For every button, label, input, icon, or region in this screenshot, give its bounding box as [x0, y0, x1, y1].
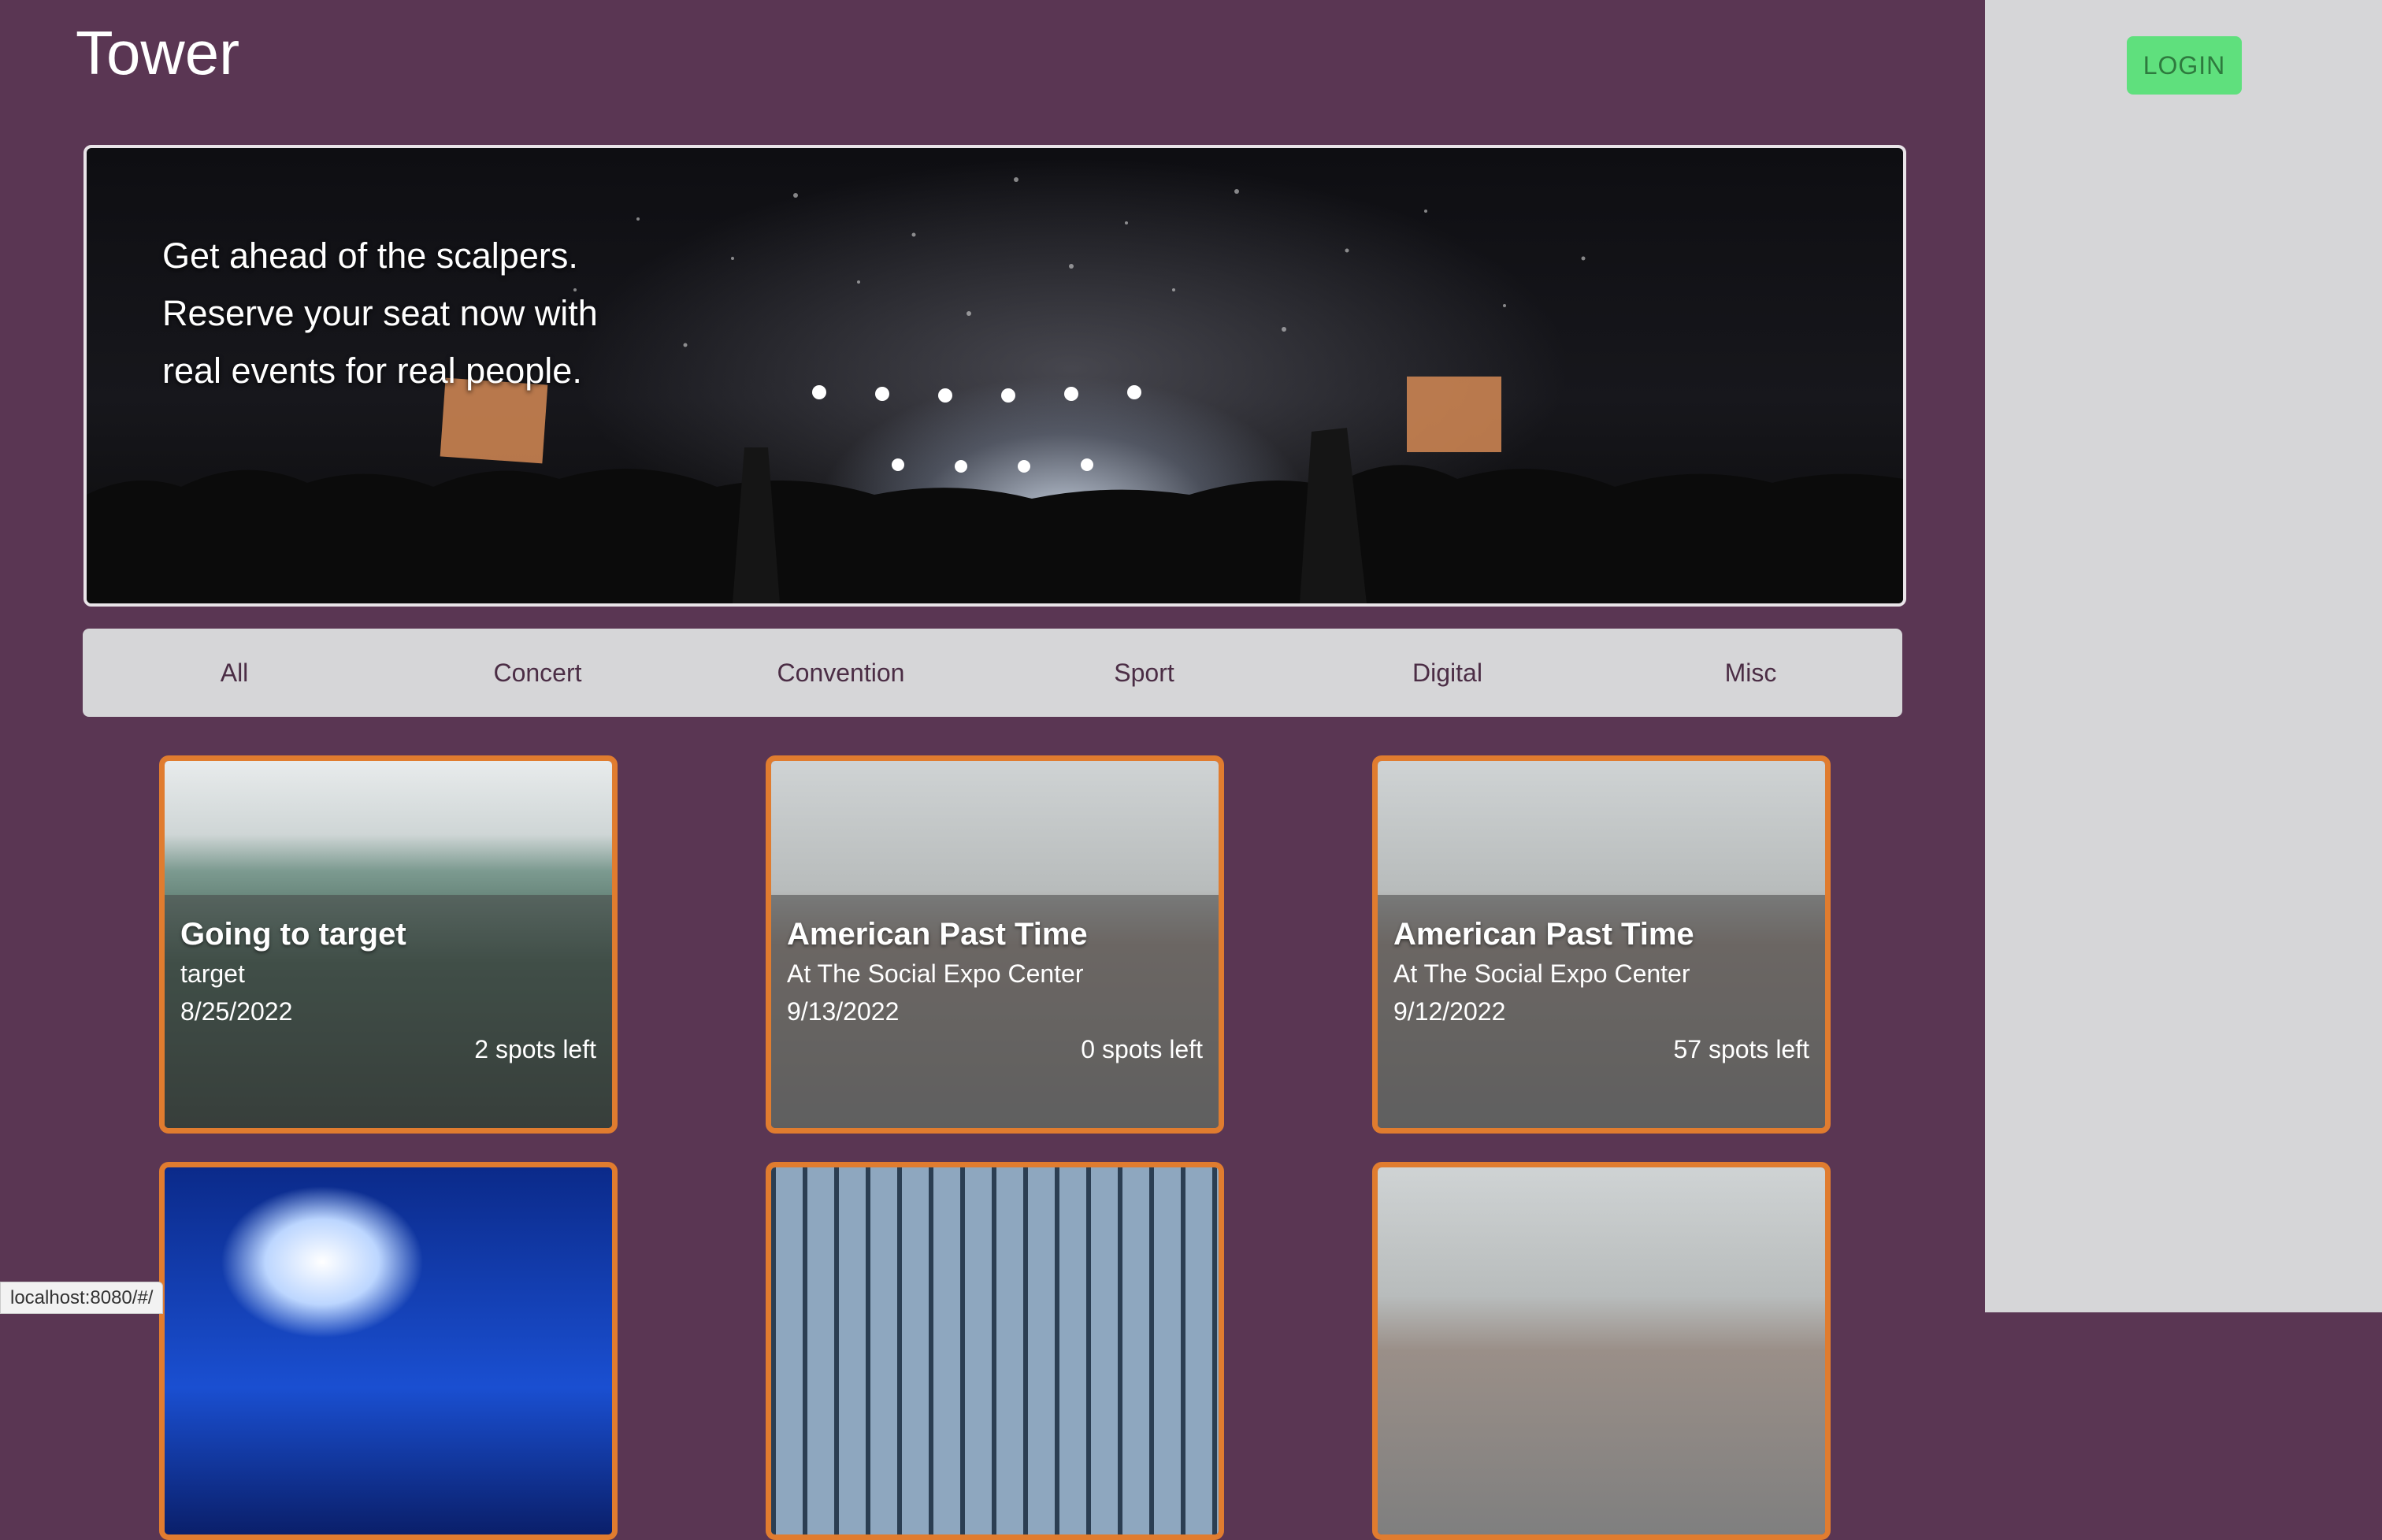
filter-concert[interactable]: Concert — [386, 629, 689, 717]
login-button[interactable]: LOGIN — [2127, 36, 2242, 95]
filter-misc[interactable]: Misc — [1599, 629, 1902, 717]
event-title: Going to target — [180, 917, 406, 952]
event-info: American Past Time At The Social Expo Ce… — [1378, 895, 1825, 1128]
hero-line: Reserve your seat now with — [162, 293, 598, 333]
filter-all[interactable]: All — [83, 629, 386, 717]
event-location: target — [180, 959, 245, 988]
event-card[interactable] — [766, 1162, 1224, 1540]
brand-title[interactable]: Tower — [76, 22, 239, 83]
event-info: Going to target target 8/25/2022 2 spots… — [165, 895, 612, 1128]
event-image — [165, 1167, 612, 1534]
category-filter-bar: All Concert Convention Sport Digital Mis… — [83, 629, 1902, 717]
right-sidebar — [1985, 0, 2382, 1312]
hero-line: real events for real people. — [162, 351, 582, 391]
event-location: At The Social Expo Center — [787, 959, 1084, 988]
event-date: 9/13/2022 — [787, 997, 900, 1026]
event-spots-left: 0 spots left — [1081, 1035, 1203, 1063]
status-bar-url: localhost:8080/#/ — [0, 1282, 164, 1314]
hero-line: Get ahead of the scalpers. — [162, 236, 578, 276]
event-location: At The Social Expo Center — [1393, 959, 1690, 988]
event-spots-left: 57 spots left — [1673, 1035, 1809, 1063]
filter-sport[interactable]: Sport — [992, 629, 1296, 717]
event-date: 8/25/2022 — [180, 997, 293, 1026]
event-title: American Past Time — [787, 917, 1088, 952]
event-title: American Past Time — [1393, 917, 1694, 952]
hero-banner: Get ahead of the scalpers. Reserve your … — [83, 145, 1906, 607]
event-card[interactable] — [159, 1162, 618, 1540]
event-card[interactable] — [1372, 1162, 1831, 1540]
main-content: Tower Get ahead of the scalpers. Reserve… — [0, 0, 1985, 1540]
event-card[interactable]: American Past Time At The Social Expo Ce… — [1372, 755, 1831, 1134]
event-spots-left: 2 spots left — [474, 1035, 596, 1063]
event-image — [771, 1167, 1219, 1534]
event-info: American Past Time At The Social Expo Ce… — [771, 895, 1219, 1128]
hero-tagline: Get ahead of the scalpers. Reserve your … — [162, 227, 651, 399]
event-card[interactable]: Going to target target 8/25/2022 2 spots… — [159, 755, 618, 1134]
event-image — [1378, 1167, 1825, 1534]
event-date: 9/12/2022 — [1393, 997, 1506, 1026]
event-card[interactable]: American Past Time At The Social Expo Ce… — [766, 755, 1224, 1134]
filter-convention[interactable]: Convention — [689, 629, 992, 717]
filter-digital[interactable]: Digital — [1296, 629, 1599, 717]
